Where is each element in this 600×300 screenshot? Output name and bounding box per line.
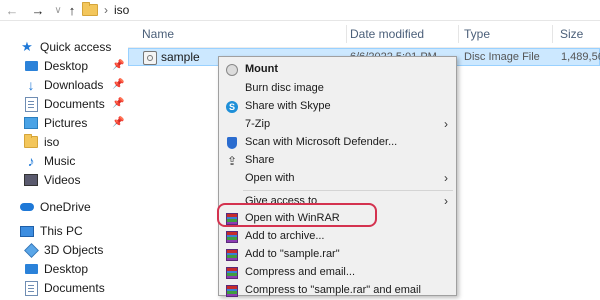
menu-item-compress-and-email[interactable]: Compress and email... xyxy=(219,264,456,282)
sidebar-item-label: Documents xyxy=(44,281,105,295)
menu-item-label: Add to archive... xyxy=(245,230,325,242)
winrar-icon xyxy=(226,285,238,297)
menu-item-share[interactable]: ⇪ Share xyxy=(219,152,456,170)
menu-item-add-to-archive[interactable]: Add to archive... xyxy=(219,228,456,246)
menu-item-label: 7-Zip xyxy=(245,118,271,130)
sidebar-item-pc-desktop[interactable]: Desktop xyxy=(24,260,88,278)
column-header-date[interactable]: Date modified xyxy=(336,21,424,47)
sidebar-item-label: Desktop xyxy=(44,59,89,73)
menu-item-label: Share xyxy=(245,154,275,166)
sidebar-item-pc-documents[interactable]: Documents xyxy=(24,279,105,297)
menu-item-scan-defender[interactable]: Scan with Microsoft Defender... xyxy=(219,134,456,152)
disc-icon xyxy=(226,64,238,76)
folder-icon xyxy=(82,2,98,16)
breadcrumb[interactable]: › iso xyxy=(82,2,129,18)
chevron-right-icon: › xyxy=(444,194,448,208)
menu-item-share-with-skype[interactable]: S Share with Skype xyxy=(219,98,456,116)
sidebar-item-quick-access[interactable]: ★ Quick access xyxy=(20,38,111,56)
winrar-icon xyxy=(226,231,238,243)
sidebar-item-pictures[interactable]: Pictures 📌 xyxy=(24,114,126,132)
sidebar-item-label: Desktop xyxy=(44,262,89,276)
download-icon: ↓ xyxy=(27,77,35,93)
desktop-icon xyxy=(24,61,38,71)
sidebar-item-onedrive[interactable]: OneDrive xyxy=(20,198,91,216)
pin-icon: 📌 xyxy=(112,98,125,109)
sidebar-item-label: iso xyxy=(44,135,60,149)
menu-item-7zip[interactable]: 7-Zip › xyxy=(219,116,456,134)
pin-icon: 📌 xyxy=(112,117,125,128)
document-icon xyxy=(24,96,38,112)
computer-icon xyxy=(20,225,34,237)
sidebar-item-label: Videos xyxy=(44,173,81,187)
pin-icon: 📌 xyxy=(112,60,125,71)
skype-icon: S xyxy=(226,101,238,113)
breadcrumb-separator: › xyxy=(104,3,108,17)
chevron-right-icon: › xyxy=(444,171,448,185)
sidebar-item-label: This PC xyxy=(40,224,83,238)
menu-item-label: Add to "sample.rar" xyxy=(245,248,340,260)
sidebar-item-this-pc[interactable]: This PC xyxy=(20,222,83,240)
menu-item-label: Mount xyxy=(245,63,278,75)
pictures-icon xyxy=(24,117,38,129)
share-icon: ⇪ xyxy=(226,154,238,168)
sidebar-item-iso[interactable]: iso xyxy=(24,133,59,151)
navigation-pane: ★ Quick access Desktop 📌 ↓ Downloads 📌 D… xyxy=(0,21,126,296)
menu-item-label: Compress and email... xyxy=(245,266,356,278)
column-header-size[interactable]: Size xyxy=(546,21,583,47)
cube-icon xyxy=(23,242,39,258)
sidebar-item-label: Documents xyxy=(44,97,105,111)
file-name: sample xyxy=(161,50,200,64)
menu-item-open-with[interactable]: Open with › xyxy=(219,170,456,188)
pin-icon: 📌 xyxy=(112,79,125,90)
sidebar-item-label: OneDrive xyxy=(40,200,91,214)
music-icon: ♪ xyxy=(27,153,35,169)
navigation-bar: ← → ∨ ↑ › iso xyxy=(0,0,600,21)
sidebar-item-label: Downloads xyxy=(44,78,104,92)
folder-icon xyxy=(24,134,38,148)
sidebar-item-documents[interactable]: Documents 📌 xyxy=(24,95,126,113)
file-type: Disc Image File xyxy=(464,51,540,63)
sidebar-item-videos[interactable]: Videos xyxy=(24,171,80,189)
menu-item-label: Burn disc image xyxy=(245,82,324,94)
desktop-icon xyxy=(24,264,38,274)
sidebar-item-label: Quick access xyxy=(40,40,112,54)
breadcrumb-current[interactable]: iso xyxy=(114,3,129,17)
column-header-bar: Name Date modified Type Size xyxy=(128,21,600,48)
menu-item-label: Share with Skype xyxy=(245,100,331,112)
menu-separator xyxy=(243,190,453,191)
winrar-icon xyxy=(226,249,238,261)
sidebar-item-downloads[interactable]: ↓ Downloads 📌 xyxy=(24,76,126,94)
winrar-icon xyxy=(226,267,238,279)
cloud-icon xyxy=(20,203,34,211)
context-menu: Mount Burn disc image S Share with Skype… xyxy=(218,56,457,297)
menu-item-add-to-sample-rar[interactable]: Add to "sample.rar" xyxy=(219,246,456,264)
menu-item-compress-to-sample-rar-and-email[interactable]: Compress to "sample.rar" and email xyxy=(219,282,456,300)
sidebar-item-desktop[interactable]: Desktop 📌 xyxy=(24,57,126,75)
column-header-name[interactable]: Name xyxy=(128,21,174,47)
chevron-right-icon: › xyxy=(444,117,448,131)
sidebar-item-label: 3D Objects xyxy=(44,243,104,257)
shield-icon xyxy=(227,137,237,149)
highlight-annotation xyxy=(217,203,377,227)
menu-item-burn-disc-image[interactable]: Burn disc image xyxy=(219,80,456,98)
menu-item-label: Scan with Microsoft Defender... xyxy=(245,136,398,148)
up-icon[interactable]: ↑ xyxy=(64,2,80,18)
sidebar-item-3d-objects[interactable]: 3D Objects xyxy=(23,241,104,259)
sidebar-item-label: Pictures xyxy=(44,116,88,130)
star-icon: ★ xyxy=(21,39,33,54)
disc-image-icon xyxy=(143,51,157,65)
sidebar-item-label: Music xyxy=(44,154,76,168)
menu-item-mount[interactable]: Mount xyxy=(219,61,456,79)
file-size: 1,489,568 xyxy=(561,51,600,63)
menu-item-label: Compress to "sample.rar" and email xyxy=(245,284,421,296)
forward-icon[interactable]: → xyxy=(30,2,46,18)
videos-icon xyxy=(24,174,38,186)
sidebar-item-music[interactable]: ♪ Music xyxy=(24,152,76,170)
menu-item-label: Open with xyxy=(245,172,295,184)
document-icon xyxy=(24,280,38,296)
column-header-type[interactable]: Type xyxy=(450,21,490,47)
back-icon[interactable]: ← xyxy=(4,2,20,18)
